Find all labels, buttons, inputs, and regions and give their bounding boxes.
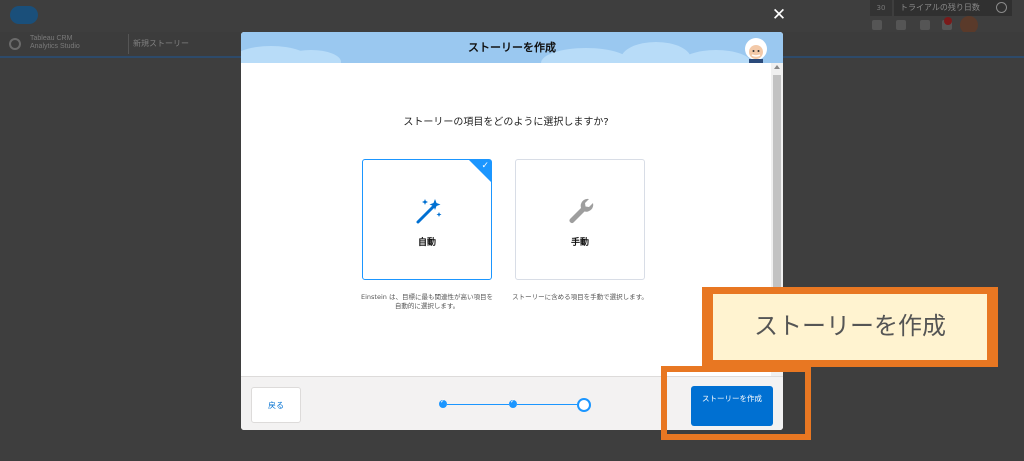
option-auto-label: 自動 <box>417 238 436 248</box>
option-auto-description: Einstein は、目標に最も関連性が高い項目を自動的に選択します。 <box>361 293 493 310</box>
trial-days-count: 30 <box>870 0 892 16</box>
close-icon[interactable]: ✕ <box>768 4 790 26</box>
notification-badge <box>944 17 952 25</box>
check-icon: ✓ <box>481 161 489 171</box>
help-icon[interactable] <box>896 20 906 30</box>
tab-new-story[interactable]: 新規ストーリー <box>128 34 240 54</box>
step-3-current <box>577 398 591 412</box>
app-name-line2: Analytics Studio <box>30 43 80 50</box>
global-header: 30 トライアルの残り日数 <box>0 0 1024 34</box>
app-launcher-icon[interactable] <box>872 20 882 30</box>
app-name-line1: Tableau CRM <box>30 35 73 42</box>
option-manual-description: ストーリーに含める項目を手動で選択します。 <box>512 293 648 301</box>
modal-body: ストーリーの項目をどのように選択しますか? ✓ 自動 Einstein は、目標… <box>241 63 771 376</box>
check-icon: ✓ <box>440 398 446 405</box>
progress-line <box>517 404 577 405</box>
trial-banner[interactable]: トライアルの残り日数 <box>894 0 1012 16</box>
check-icon: ✓ <box>510 398 516 405</box>
setup-icon[interactable] <box>920 20 930 30</box>
clock-icon <box>996 2 1007 13</box>
callout-text: ストーリーを作成 <box>713 294 987 360</box>
option-manual-card[interactable]: 手動 <box>515 159 645 280</box>
app-name: Tableau CRM Analytics Studio <box>30 35 80 51</box>
trial-text: トライアルの残り日数 <box>900 3 980 12</box>
wrench-icon <box>569 198 594 223</box>
progress-line <box>447 404 509 405</box>
option-auto-card[interactable]: ✓ 自動 <box>362 159 492 280</box>
scroll-thumb[interactable] <box>773 75 781 293</box>
einstein-mascot-icon <box>745 38 767 63</box>
salesforce-logo-icon[interactable] <box>10 6 38 24</box>
modal-title: ストーリーを作成 <box>468 41 556 54</box>
back-button[interactable]: 戻る <box>251 387 301 423</box>
step-1-complete: ✓ <box>439 398 447 408</box>
analytics-studio-icon <box>9 38 21 50</box>
modal-header: ストーリーを作成 <box>241 32 783 63</box>
option-manual-label: 手動 <box>570 238 589 248</box>
button-highlight-box <box>661 366 811 440</box>
selection-question: ストーリーの項目をどのように選択しますか? <box>403 117 609 128</box>
scroll-up-icon[interactable] <box>774 65 780 69</box>
step-2-complete: ✓ <box>509 398 517 408</box>
magic-wand-icon <box>416 199 442 224</box>
